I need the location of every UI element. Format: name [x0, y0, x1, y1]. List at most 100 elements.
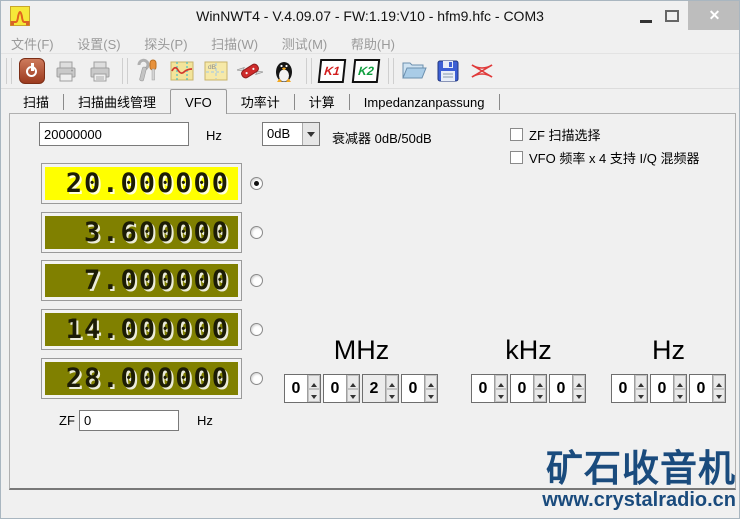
- khz-digit-spinner-1[interactable]: 0: [471, 374, 508, 403]
- hz-digit-spinner-3[interactable]: 0: [689, 374, 726, 403]
- vfo-x4-checkbox-row: VFO 频率 x 4 支持 I/Q 混频器: [510, 149, 700, 166]
- spinner-down-icon[interactable]: [534, 388, 546, 402]
- hz-digit-spinner-1[interactable]: 0: [611, 374, 648, 403]
- spinner-down-icon[interactable]: [713, 388, 725, 402]
- settings-tools-icon[interactable]: [135, 58, 161, 84]
- hz-digit-spinner-2[interactable]: 0: [650, 374, 687, 403]
- tab-power-meter[interactable]: 功率计: [227, 92, 294, 114]
- spinner-down-icon[interactable]: [635, 388, 647, 402]
- spinner-up-icon[interactable]: [674, 375, 686, 389]
- mhz-digit-spinner-4[interactable]: 0: [401, 374, 438, 403]
- spinner-up-icon[interactable]: [347, 375, 359, 389]
- spinner-up-icon[interactable]: [495, 375, 507, 389]
- lcd-frequency-2: 3.600000: [41, 212, 242, 253]
- toolbar: dB K1 K2: [1, 54, 739, 89]
- power-exit-icon[interactable]: [19, 58, 45, 84]
- maximize-icon[interactable]: [665, 10, 679, 22]
- lcd-frequency-1: 20.000000: [41, 163, 242, 204]
- zf-label: ZF: [59, 413, 75, 428]
- toolbar-separator[interactable]: [306, 58, 312, 84]
- channel-k2-icon[interactable]: K2: [351, 58, 381, 84]
- frequency-unit-label: Hz: [206, 128, 222, 143]
- spinner-down-icon[interactable]: [386, 388, 398, 402]
- lcd-value: 3.600000: [45, 216, 238, 249]
- spinner-down-icon[interactable]: [425, 388, 437, 402]
- calibration-icon[interactable]: [469, 58, 495, 84]
- lcd-frequency-4: 14.000000: [41, 309, 242, 350]
- menu-test[interactable]: 测试(M): [272, 31, 338, 53]
- open-file-icon[interactable]: [401, 58, 427, 84]
- mhz-digit-spinner-2[interactable]: 0: [323, 374, 360, 403]
- khz-digit-spinner-3[interactable]: 0: [549, 374, 586, 403]
- vfo-frequency-input[interactable]: [39, 122, 189, 146]
- toolbar-separator[interactable]: [6, 58, 12, 84]
- svg-text:dB: dB: [208, 64, 216, 71]
- lcd-value: 14.000000: [45, 313, 238, 346]
- minimize-icon[interactable]: [640, 20, 652, 23]
- menu-help[interactable]: 帮助(H): [341, 31, 405, 53]
- spinner-up-icon[interactable]: [386, 375, 398, 389]
- sweep-display-icon[interactable]: [169, 58, 195, 84]
- spinner-down-icon[interactable]: [573, 388, 585, 402]
- spinner-down-icon[interactable]: [347, 388, 359, 402]
- zf-sweep-checkbox-row: ZF 扫描选择: [510, 126, 601, 143]
- chevron-down-icon[interactable]: [302, 123, 319, 145]
- lcd-frequency-5: 28.000000: [41, 358, 242, 399]
- toolbar-separator[interactable]: [122, 58, 128, 84]
- watermark-url: www.crystalradio.cn: [542, 489, 736, 511]
- zf-sweep-checkbox[interactable]: [510, 127, 523, 141]
- spinner-up-icon[interactable]: [635, 375, 647, 389]
- spinner-up-icon[interactable]: [713, 375, 725, 389]
- lcd-2-radio[interactable]: [250, 226, 263, 239]
- menu-file[interactable]: 文件(F): [1, 31, 64, 53]
- spinner-down-icon[interactable]: [308, 388, 320, 402]
- spinner-up-icon[interactable]: [308, 375, 320, 389]
- zf-sweep-checkbox-label: ZF 扫描选择: [529, 127, 601, 143]
- lcd-1-radio[interactable]: [250, 177, 263, 190]
- lcd-4-radio[interactable]: [250, 323, 263, 336]
- tab-sweep[interactable]: 扫描: [9, 92, 63, 114]
- menu-settings[interactable]: 设置(S): [67, 31, 130, 53]
- spinner-down-icon[interactable]: [674, 388, 686, 402]
- mhz-digit-spinner-1[interactable]: 0: [284, 374, 321, 403]
- menu-probe[interactable]: 探头(P): [134, 31, 197, 53]
- menu-sweep[interactable]: 扫描(W): [201, 31, 268, 53]
- spinner-up-icon[interactable]: [534, 375, 546, 389]
- swiss-knife-icon[interactable]: [237, 58, 263, 84]
- lcd-5-radio[interactable]: [250, 372, 263, 385]
- zf-input[interactable]: [79, 410, 179, 431]
- lcd-3-radio[interactable]: [250, 274, 263, 287]
- tab-separator: [498, 94, 500, 110]
- save-file-icon[interactable]: [435, 58, 461, 84]
- attenuator-selected-value: 0dB: [267, 126, 291, 141]
- linux-penguin-icon[interactable]: [271, 58, 297, 84]
- hz-header: Hz: [652, 335, 685, 365]
- tab-curve-management[interactable]: 扫描曲线管理: [64, 92, 170, 114]
- watermark-title: 矿石收音机: [546, 448, 736, 489]
- zf-unit-label: Hz: [197, 413, 213, 428]
- lcd-value: 20.000000: [45, 167, 238, 200]
- close-icon[interactable]: ✕: [688, 1, 739, 30]
- tab-impedance-matching[interactable]: Impedanzanpassung: [350, 92, 499, 114]
- vfo-x4-checkbox-label: VFO 频率 x 4 支持 I/Q 混频器: [529, 150, 700, 166]
- vfo-x4-checkbox[interactable]: [510, 150, 523, 164]
- print-2-icon[interactable]: [87, 58, 113, 84]
- spinner-down-icon[interactable]: [495, 388, 507, 402]
- attenuator-select[interactable]: 0dB: [262, 122, 320, 146]
- watermark: 矿石收音机 www.crystalradio.cn: [542, 448, 736, 512]
- khz-digit-spinner-2[interactable]: 0: [510, 374, 547, 403]
- print-icon[interactable]: [53, 58, 79, 84]
- db-scale-icon[interactable]: dB: [203, 58, 229, 84]
- channel-k1-icon[interactable]: K1: [317, 58, 347, 84]
- title-bar[interactable]: WinNWT4 - V.4.09.07 - FW:1.19:V10 - hfm9…: [1, 1, 739, 31]
- khz-header: kHz: [505, 335, 552, 365]
- toolbar-separator[interactable]: [388, 58, 394, 84]
- spinner-up-icon[interactable]: [573, 375, 585, 389]
- spinner-up-icon[interactable]: [425, 375, 437, 389]
- window-title: WinNWT4 - V.4.09.07 - FW:1.19:V10 - hfm9…: [196, 8, 544, 24]
- winnwt4-window: WinNWT4 - V.4.09.07 - FW:1.19:V10 - hfm9…: [0, 0, 740, 519]
- tab-calculate[interactable]: 计算: [295, 92, 349, 114]
- menu-bar: 文件(F) 设置(S) 探头(P) 扫描(W) 测试(M) 帮助(H): [1, 31, 739, 54]
- tab-vfo[interactable]: VFO: [170, 89, 227, 114]
- mhz-digit-spinner-3[interactable]: 2: [362, 374, 399, 403]
